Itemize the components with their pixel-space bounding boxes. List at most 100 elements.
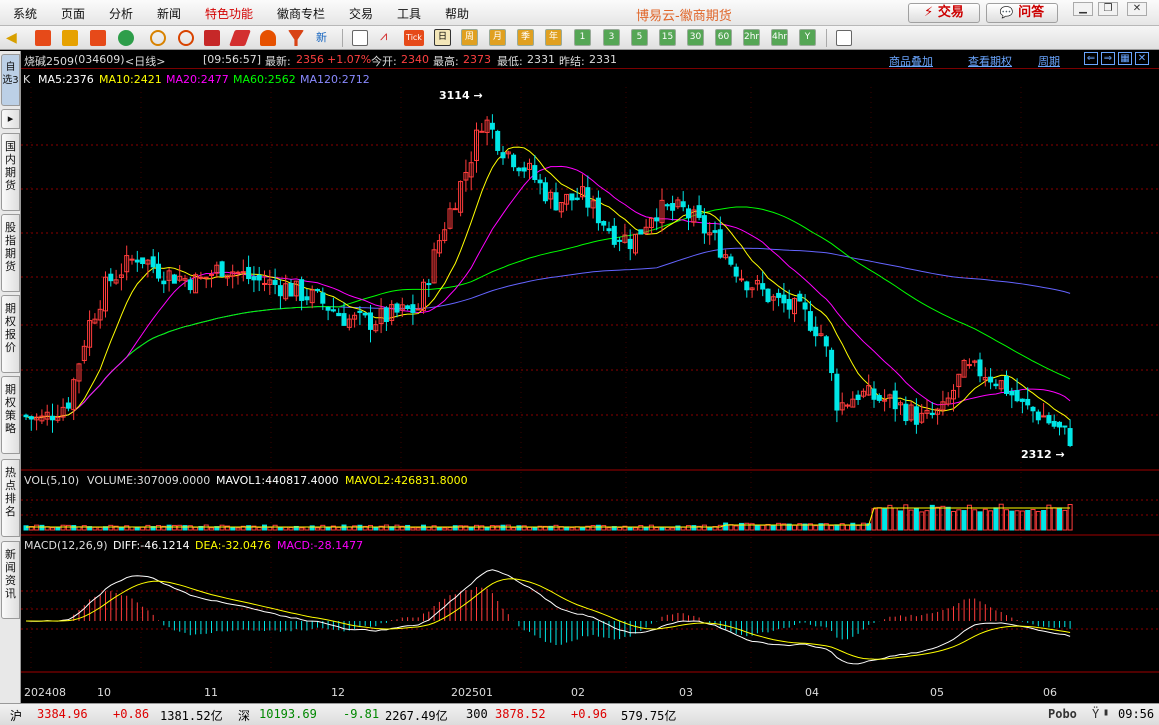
narrow-left-icon[interactable]: ⇐: [1084, 52, 1098, 65]
period-3min[interactable]: 3: [603, 29, 620, 46]
alarm-icon[interactable]: [260, 30, 276, 46]
zoom-in-icon[interactable]: [150, 30, 166, 46]
vol-value: VOLUME:307009.0000: [87, 474, 210, 487]
ma10-legend: MA10:2421: [99, 73, 162, 86]
period-1min[interactable]: 1: [574, 29, 591, 46]
period-custom[interactable]: Y: [799, 29, 816, 46]
candlesticks: [23, 114, 1073, 448]
ma60-line: [25, 206, 1071, 419]
period-60min[interactable]: 60: [715, 29, 732, 46]
period-2hr[interactable]: 2hr: [743, 29, 760, 46]
zoom-out-icon[interactable]: [178, 30, 194, 46]
sidebar-tab-news[interactable]: 新闻资讯: [1, 541, 20, 619]
sidebar-tab-options-strategy[interactable]: 期权策略: [1, 376, 20, 454]
menu-trade[interactable]: 交易: [349, 5, 373, 22]
chart-close-icon[interactable]: ✕: [1135, 52, 1149, 65]
mavol2-value: MAVOL2:426831.8000: [345, 474, 468, 487]
ma5-legend: MA5:2376: [38, 73, 94, 86]
sidebar-tab-index-futures[interactable]: 股指期货: [1, 214, 20, 292]
menu-huishang[interactable]: 徽商专栏: [277, 5, 325, 22]
menu-help[interactable]: 帮助: [445, 5, 469, 22]
sidebar-tab-hot-ranking[interactable]: 热点排名: [1, 459, 20, 537]
x-label: 04: [805, 686, 819, 699]
low-price: 2331: [527, 53, 555, 66]
home-icon[interactable]: [35, 30, 51, 46]
back-arrow-icon[interactable]: ◀: [6, 30, 22, 46]
period-week[interactable]: 周: [461, 29, 478, 46]
diff-value: DIFF:-46.1214: [113, 539, 190, 552]
f10-icon[interactable]: [90, 30, 106, 46]
chat-icon: 💬: [999, 6, 1014, 19]
tick-icon[interactable]: Tick: [404, 30, 424, 46]
draw-pen-icon[interactable]: [229, 30, 251, 46]
c300-amount: 579.75亿: [621, 709, 677, 723]
mavol1-value: MAVOL1:440817.4000: [216, 474, 339, 487]
new-icon[interactable]: 新: [316, 30, 332, 46]
latest-price: 2356: [296, 53, 324, 66]
open-price: 2340: [401, 53, 429, 66]
c300-label: 300: [466, 707, 488, 721]
refresh-icon[interactable]: [118, 30, 134, 46]
x-label: 11: [204, 686, 218, 699]
menu-tools[interactable]: 工具: [397, 5, 421, 22]
stack-icon[interactable]: [62, 30, 78, 46]
period-5min[interactable]: 5: [631, 29, 648, 46]
restore-button[interactable]: ❐: [1098, 2, 1118, 16]
qa-button-label: 问答: [1018, 5, 1045, 20]
menu-special[interactable]: 特色功能: [205, 5, 253, 22]
qa-button[interactable]: 💬 问答: [986, 3, 1058, 23]
sidebar-tab-domestic-futures[interactable]: 国内期货: [1, 133, 20, 211]
period-month[interactable]: 月: [489, 29, 506, 46]
kline-chart[interactable]: K MA5:2376 MA10:2421 MA20:2477 MA60:2562…: [21, 69, 1159, 703]
high-price: 2373: [463, 53, 491, 66]
period-year[interactable]: 年: [545, 29, 562, 46]
period-day[interactable]: 日: [434, 29, 451, 46]
menu-system[interactable]: 系统: [13, 5, 37, 22]
ma60-legend: MA60:2562: [233, 73, 296, 86]
minimize-button[interactable]: ▁: [1073, 2, 1093, 16]
sidebar-tab-watchlist[interactable]: 自选3: [1, 54, 20, 106]
trade-button[interactable]: ⚡ 交易: [908, 3, 980, 23]
sh-value: 3384.96: [37, 707, 88, 721]
trade-button-label: 交易: [937, 5, 964, 20]
x-label: 202501: [451, 686, 493, 699]
period-15min[interactable]: 15: [659, 29, 676, 46]
clock: 09:56: [1118, 707, 1155, 721]
overlay-link[interactable]: 商品叠加: [889, 53, 933, 69]
window-icon[interactable]: [204, 30, 220, 46]
close-button[interactable]: ✕: [1127, 2, 1147, 16]
expand-arrow-icon[interactable]: ▸: [1, 109, 20, 129]
line-chart-icon[interactable]: ⩘: [380, 30, 396, 46]
settings-icon[interactable]: ▮: [1103, 707, 1109, 718]
period-4hr[interactable]: 4hr: [771, 29, 788, 46]
menu-page[interactable]: 页面: [61, 5, 85, 22]
sidebar-tab-options-quote[interactable]: 期权报价: [1, 295, 20, 373]
menu-news[interactable]: 新闻: [157, 5, 181, 22]
ma120-legend: MA120:2712: [300, 73, 370, 86]
change-pct: +1.07%: [327, 53, 372, 66]
menu-analysis[interactable]: 分析: [109, 5, 133, 22]
period-quarter[interactable]: 季: [517, 29, 534, 46]
lightning-icon: ⚡: [924, 5, 934, 20]
volume-bars: [23, 503, 1073, 531]
table-icon[interactable]: [352, 30, 368, 46]
ma20-line: [25, 165, 1071, 419]
low-label: 最低:: [497, 55, 523, 68]
vol-title: VOL(5,10): [24, 474, 79, 487]
sh-label: 沪: [10, 709, 23, 723]
narrow-right-icon[interactable]: ⇒: [1101, 52, 1115, 65]
filter-icon[interactable]: [288, 30, 304, 46]
sheet-icon[interactable]: [836, 30, 852, 46]
latest-label: 最新:: [265, 55, 291, 68]
x-label: 05: [930, 686, 944, 699]
period-link[interactable]: 周期: [1038, 53, 1060, 69]
options-link[interactable]: 查看期权: [968, 53, 1012, 69]
x-label: 202408: [24, 686, 66, 699]
x-label: 12: [331, 686, 345, 699]
high-label: 最高:: [433, 55, 459, 68]
c300-change: +0.96: [571, 707, 608, 721]
period-label: <日线>: [125, 55, 166, 68]
status-bar: 沪 3384.96 +0.86 1381.52亿 深 10193.69 -9.8…: [0, 703, 1159, 725]
period-30min[interactable]: 30: [687, 29, 704, 46]
layout-icon[interactable]: ▦: [1118, 52, 1132, 65]
